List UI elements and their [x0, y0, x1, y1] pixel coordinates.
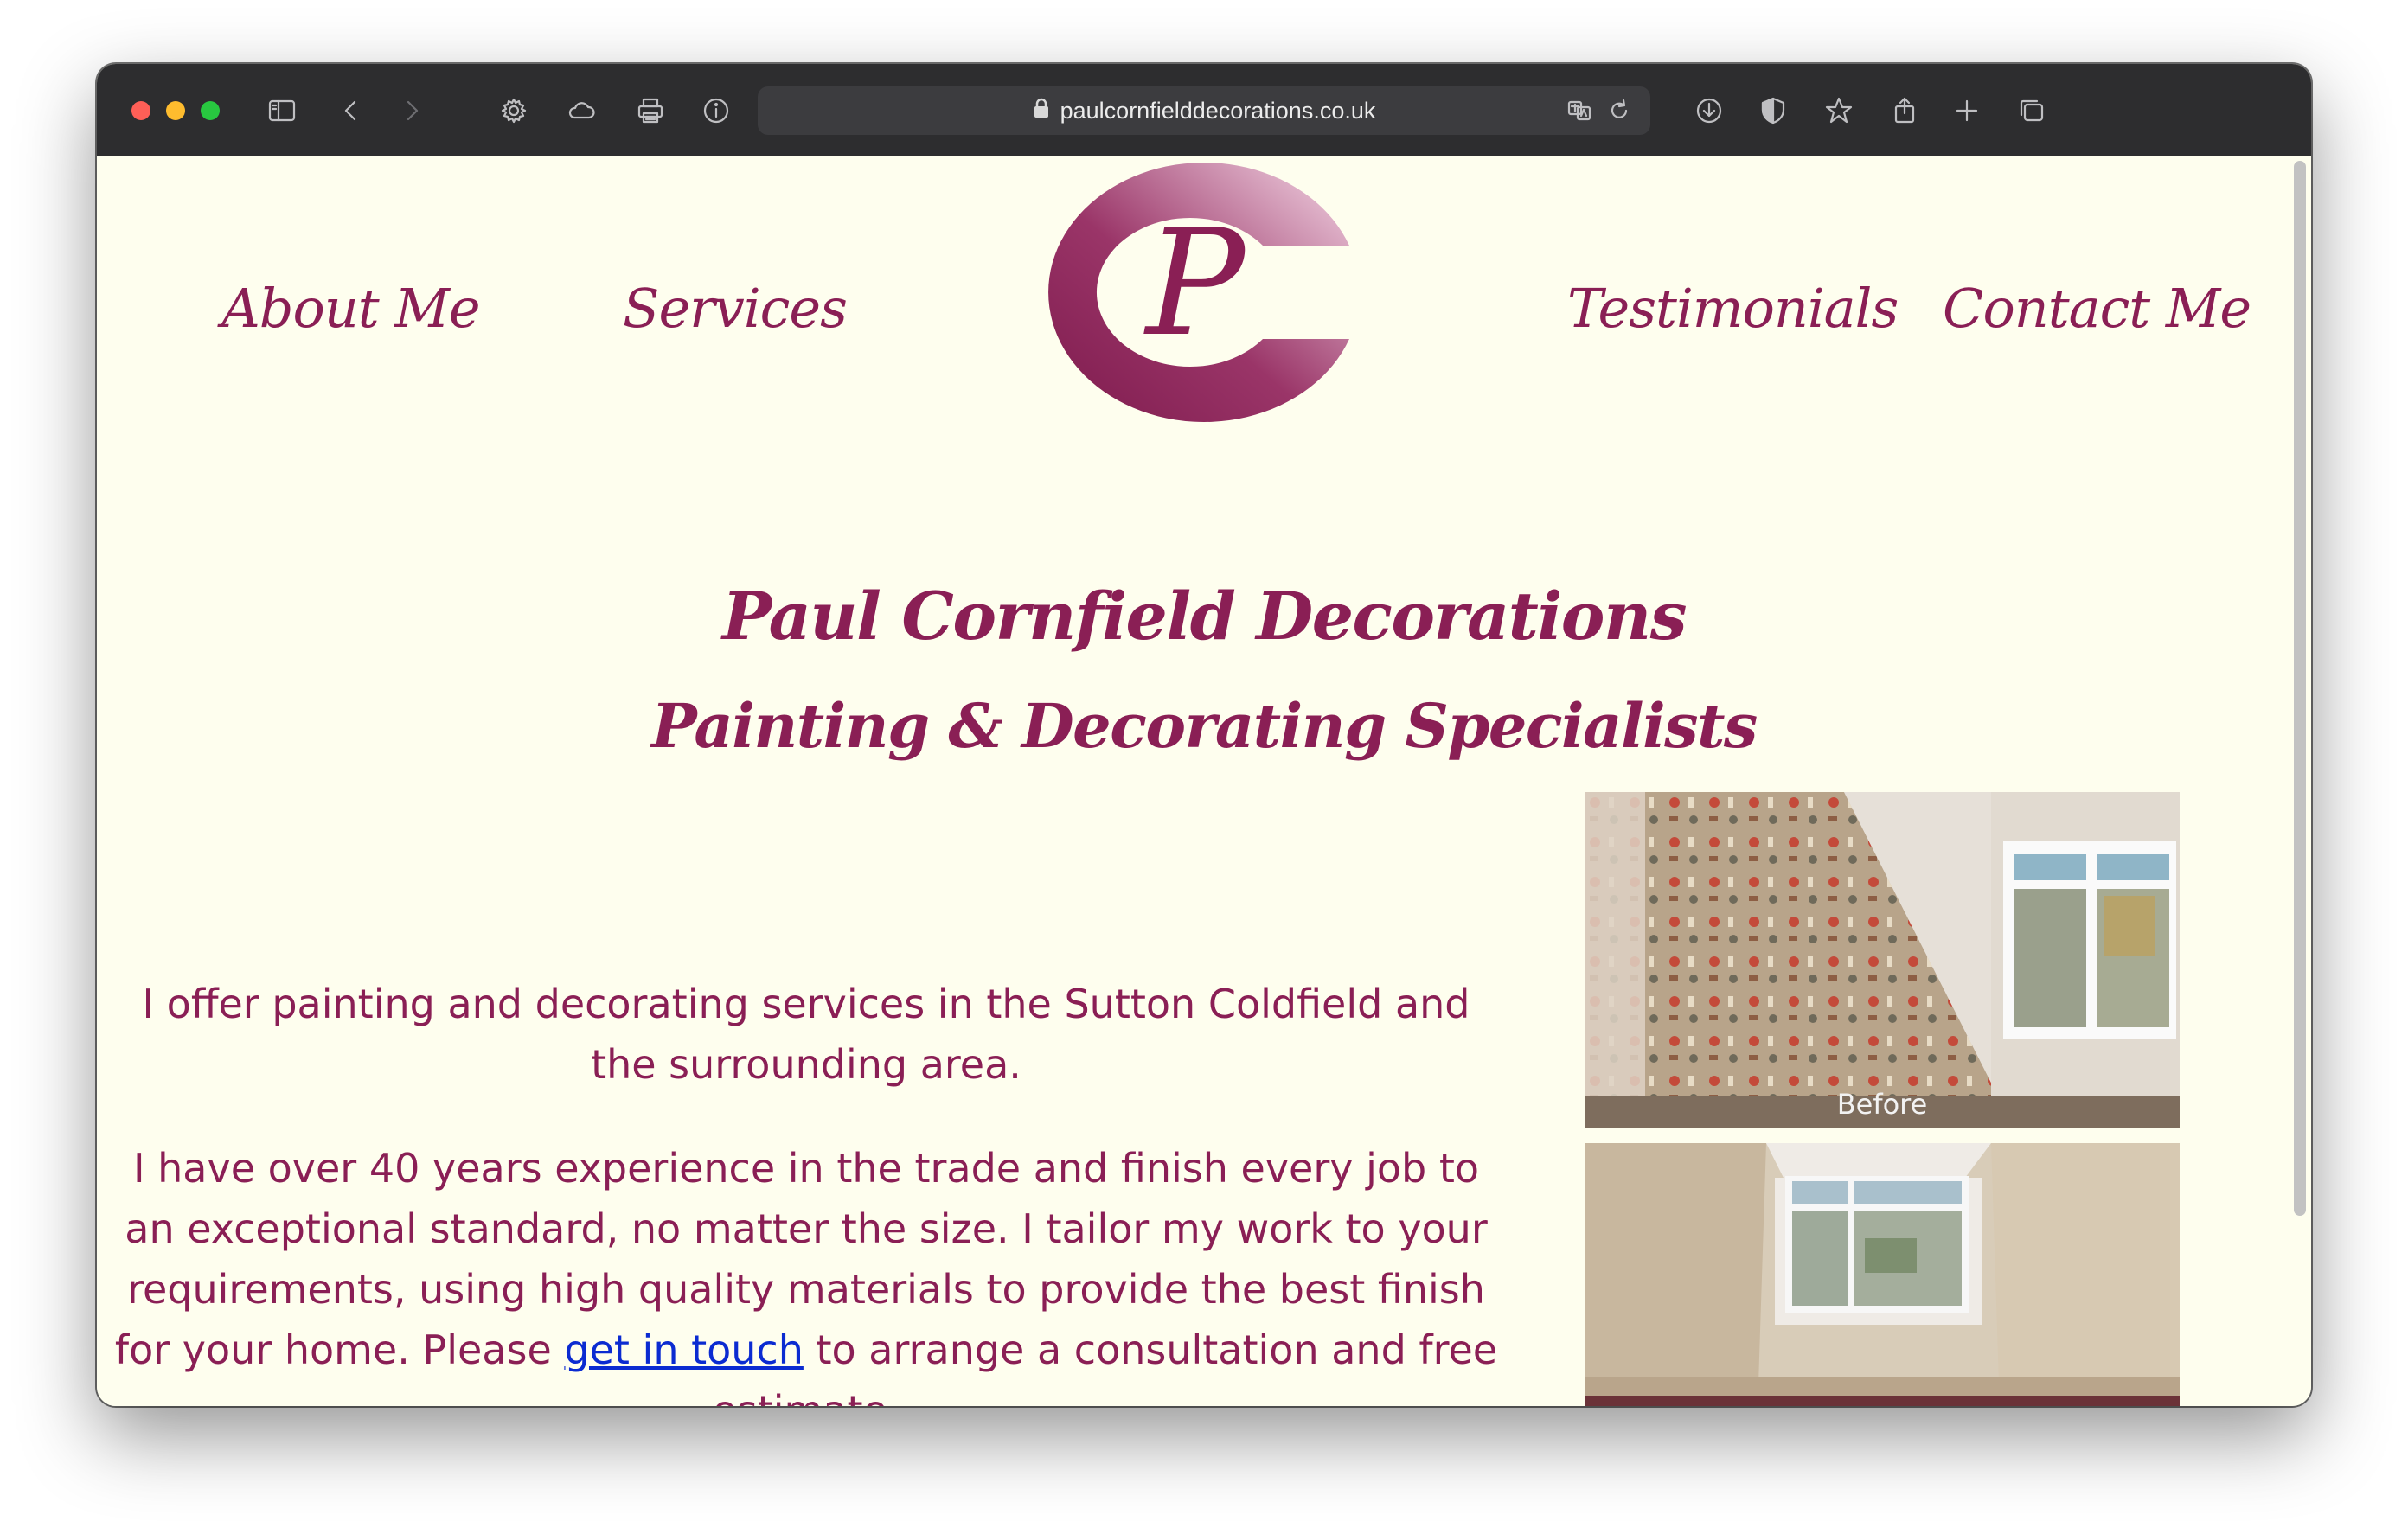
nav-about-me[interactable]: About Me — [221, 277, 481, 340]
bookmark-star-icon[interactable] — [1818, 90, 1860, 131]
printer-icon[interactable] — [630, 90, 671, 131]
before-caption: Before — [1836, 1088, 1928, 1121]
intro-text: I offer painting and decorating services… — [114, 974, 1498, 1406]
translate-icon[interactable] — [1562, 93, 1597, 128]
gear-icon[interactable] — [493, 90, 535, 131]
sidebar-icon[interactable] — [261, 90, 303, 131]
web-page: About Me Services Testimonials Contact M… — [97, 156, 2311, 1406]
browser-window: paulcornfielddecorations.co.uk About Me … — [97, 64, 2311, 1406]
after-photo[interactable] — [1585, 1143, 2180, 1406]
url-text: paulcornfielddecorations.co.uk — [1060, 97, 1376, 124]
lock-icon — [1033, 98, 1050, 125]
get-in-touch-link[interactable]: get in touch — [564, 1326, 804, 1373]
minimize-window-button[interactable] — [166, 101, 185, 120]
reload-icon[interactable] — [1602, 93, 1636, 128]
intro-paragraph-1: I offer painting and decorating services… — [142, 981, 1470, 1088]
tab-overview-icon[interactable] — [2010, 90, 2052, 131]
download-icon[interactable] — [1688, 90, 1730, 131]
scrollbar[interactable] — [2294, 161, 2306, 1216]
nav-testimonials[interactable]: Testimonials — [1567, 277, 1899, 340]
logo[interactable]: P — [1031, 156, 1360, 432]
shield-icon[interactable] — [1752, 90, 1794, 131]
logo-letter: P — [1143, 198, 1247, 369]
site-title: Paul Cornfield Decorations — [721, 578, 1688, 655]
nav-contact-me[interactable]: Contact Me — [1943, 277, 2251, 340]
cloud-icon[interactable] — [560, 90, 602, 131]
browser-toolbar: paulcornfielddecorations.co.uk — [97, 64, 2311, 157]
close-window-button[interactable] — [131, 101, 150, 120]
forward-icon[interactable] — [391, 90, 432, 131]
nav-services[interactable]: Services — [623, 277, 848, 340]
info-icon[interactable] — [695, 90, 737, 131]
intro-paragraph-2: I have over 40 years experience in the t… — [114, 1145, 1498, 1406]
site-subtitle: Painting & Decorating Specialists — [651, 690, 1758, 762]
before-photo[interactable]: Before — [1585, 792, 2180, 1128]
address-bar[interactable]: paulcornfielddecorations.co.uk — [758, 86, 1650, 135]
new-tab-icon[interactable] — [1946, 90, 1988, 131]
share-icon[interactable] — [1884, 90, 1925, 131]
zoom-window-button[interactable] — [201, 101, 220, 120]
back-icon[interactable] — [330, 90, 372, 131]
